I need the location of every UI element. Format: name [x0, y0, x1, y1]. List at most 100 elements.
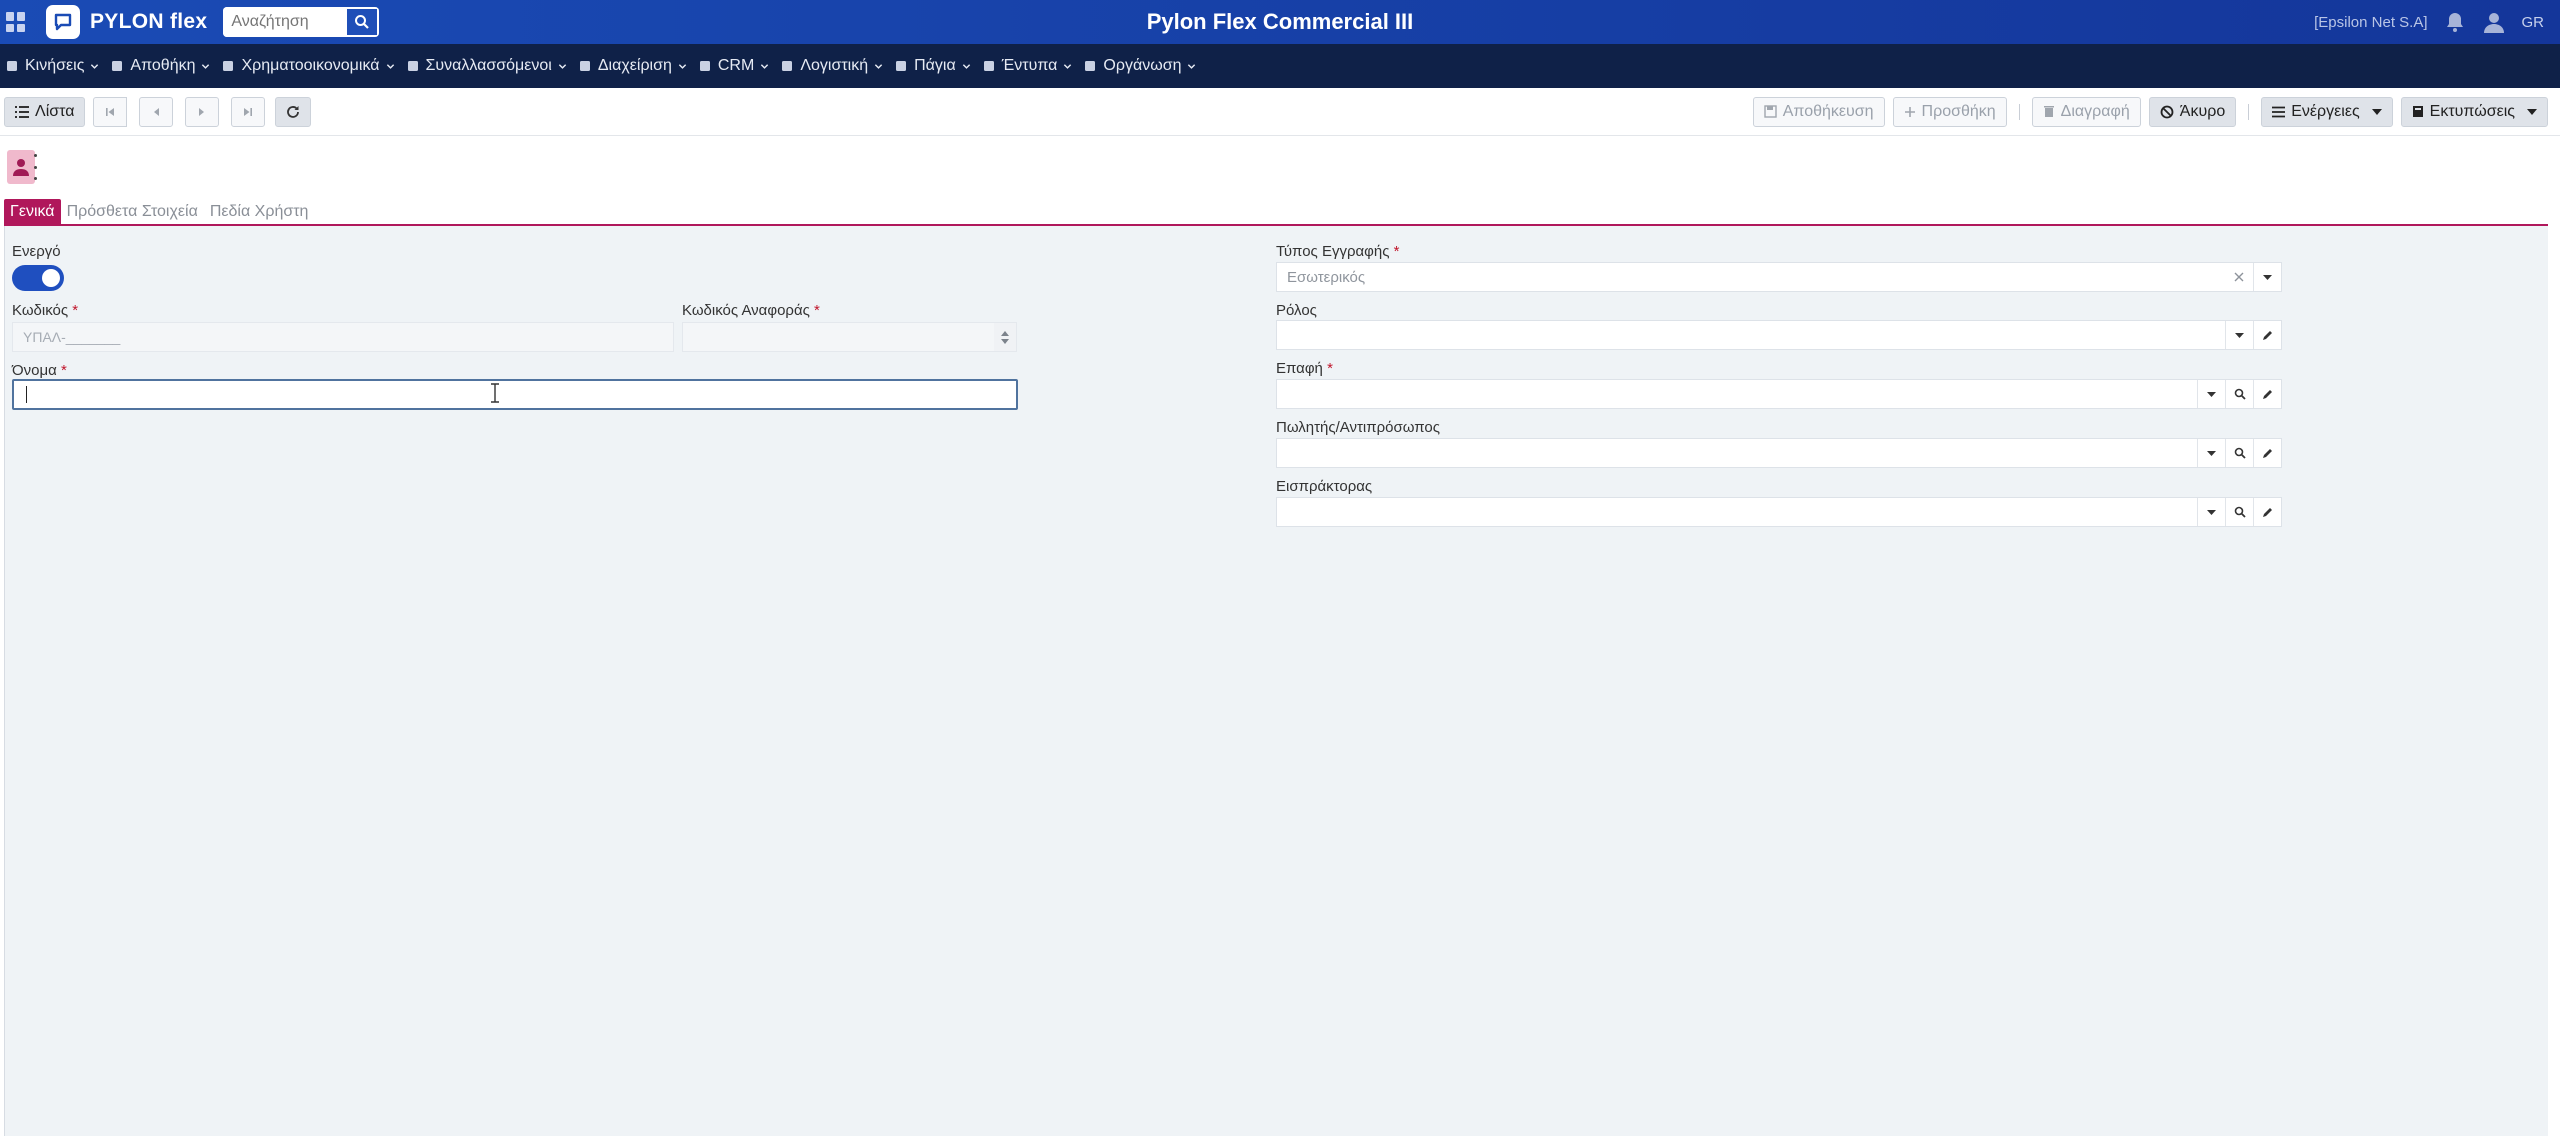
ref-code-stepper[interactable]: [682, 322, 1017, 352]
chevron-down-icon: [202, 63, 210, 69]
truck-icon: [896, 61, 907, 71]
collector-dropdown-button[interactable]: [2197, 498, 2225, 526]
menu-item-0[interactable]: Κινήσεις: [0, 44, 105, 88]
role-label: Ρόλος: [1276, 302, 1317, 319]
pencil-icon: [2262, 449, 2272, 458]
record-type-select[interactable]: Εσωτερικός: [1276, 262, 2282, 292]
global-search: [223, 7, 380, 37]
global-search-input[interactable]: [223, 7, 346, 37]
add-button[interactable]: Προσθήκη: [1892, 96, 2007, 127]
salesman-edit-button[interactable]: [2253, 439, 2281, 467]
last-icon: [244, 107, 253, 116]
collector-search-button[interactable]: [2225, 498, 2253, 526]
name-label: Όνομα *: [12, 362, 67, 379]
bell-icon[interactable]: [2444, 11, 2466, 33]
menu-item-3[interactable]: Συναλλασσόμενοι: [401, 44, 573, 88]
company-name[interactable]: [Epsilon Net S.A]: [2314, 14, 2427, 31]
money-icon: [223, 61, 234, 71]
chevron-down-icon: [874, 63, 883, 69]
required-mark: *: [72, 302, 79, 319]
salesman-select[interactable]: [1276, 438, 2282, 468]
menu-item-4[interactable]: Διαχείριση: [573, 44, 693, 88]
cancel-button[interactable]: Άκυρο: [2148, 96, 2237, 127]
required-mark: *: [1393, 243, 1400, 260]
menu-item-1[interactable]: Αποθήκη: [105, 44, 216, 88]
save-button-label: Αποθήκευση: [1782, 102, 1874, 120]
doc-icon: [7, 61, 17, 71]
warehouse-icon: [112, 61, 123, 71]
first-record-button[interactable]: [93, 96, 128, 127]
contact-dropdown-button[interactable]: [2197, 380, 2225, 408]
language-selector[interactable]: GR: [2522, 14, 2545, 31]
chevron-down-icon: [91, 63, 99, 69]
record-type-value: Εσωτερικός: [1287, 268, 1366, 286]
refresh-icon: [287, 105, 300, 118]
code-field[interactable]: ΥΠΑΛ-_______: [12, 322, 674, 352]
cancel-button-label: Άκυρο: [2179, 102, 2226, 120]
search-icon: [355, 15, 370, 29]
menu-item-6[interactable]: Λογιστική: [775, 44, 889, 88]
record-type-dropdown-button[interactable]: [2253, 263, 2281, 291]
actions-dropdown[interactable]: Ενέργειες: [2261, 96, 2393, 127]
delete-button-label: Διαγραφή: [2060, 102, 2130, 120]
top-bar: PYLON flex Pylon Flex Commercial III [Ep…: [0, 0, 2560, 44]
required-mark: *: [814, 302, 820, 319]
record-avatar[interactable]: [7, 150, 35, 184]
previous-icon: [154, 107, 160, 116]
ban-icon: [2160, 105, 2174, 118]
step-up-icon[interactable]: [1001, 330, 1009, 336]
menu-item-8[interactable]: Έντυπα: [977, 44, 1079, 88]
menu-item-9[interactable]: Οργάνωση: [1078, 44, 1202, 88]
user-icon[interactable]: [2482, 10, 2506, 34]
stepper-controls[interactable]: [994, 323, 1016, 351]
apps-grid-icon[interactable]: [6, 12, 26, 32]
role-edit-button[interactable]: [2253, 321, 2281, 349]
save-icon: [1764, 105, 1777, 118]
contact-select[interactable]: [1276, 379, 2282, 409]
contact-edit-button[interactable]: [2253, 380, 2281, 408]
logo-chat-icon: [46, 5, 80, 39]
contact-search-button[interactable]: [2225, 380, 2253, 408]
required-mark: *: [60, 362, 67, 379]
role-select[interactable]: [1276, 320, 2282, 350]
step-down-icon[interactable]: [1001, 338, 1009, 344]
list-button[interactable]: Λίστα: [4, 96, 86, 127]
active-toggle[interactable]: [12, 265, 64, 291]
toolbar-divider: [2248, 103, 2250, 120]
record-options-icon[interactable]: [34, 154, 38, 180]
chevron-down-icon: [678, 63, 687, 69]
caret-down-icon: [2207, 509, 2216, 515]
tab-additional-info[interactable]: Πρόσθετα Στοιχεία: [61, 199, 204, 225]
menu-item-5[interactable]: CRM: [693, 44, 775, 88]
active-label: Ενεργό: [12, 243, 61, 260]
delete-button[interactable]: Διαγραφή: [2031, 96, 2141, 127]
app-logo[interactable]: PYLON flex: [38, 3, 215, 41]
tab-general[interactable]: Γενικά: [4, 199, 61, 225]
refresh-button[interactable]: [275, 96, 312, 127]
salesman-dropdown-button[interactable]: [2197, 439, 2225, 467]
caret-down-icon: [2527, 108, 2537, 115]
chevron-down-icon: [761, 63, 769, 69]
last-record-button[interactable]: [231, 96, 266, 127]
salesman-search-button[interactable]: [2225, 439, 2253, 467]
salesman-label: Πωλητής/Αντιπρόσωπος: [1276, 419, 1440, 436]
name-field[interactable]: [12, 379, 1018, 410]
menu-item-label: Λογιστική: [800, 57, 869, 74]
menu-item-2[interactable]: Χρηματοοικονομικά: [216, 44, 400, 88]
prints-dropdown[interactable]: Εκτυπώσεις: [2400, 96, 2548, 127]
next-record-button[interactable]: [185, 96, 220, 127]
tab-user-fields[interactable]: Πεδία Χρήστη: [204, 199, 315, 225]
record-toolbar: Λίστα Αποθήκευση Προσθήκη Διαγραφή Άκυρο…: [0, 88, 2560, 136]
search-button[interactable]: [345, 7, 380, 37]
previous-record-button[interactable]: [139, 96, 174, 127]
collector-select[interactable]: [1276, 497, 2282, 527]
menu-item-7[interactable]: Πάγια: [889, 44, 977, 88]
add-button-label: Προσθήκη: [1921, 102, 1996, 120]
collector-edit-button[interactable]: [2253, 498, 2281, 526]
chevron-down-icon: [386, 63, 394, 69]
save-button[interactable]: Αποθήκευση: [1752, 96, 1885, 127]
menu-lines-icon: [2272, 106, 2286, 117]
ref-code-label-text: Κωδικός Αναφοράς: [682, 302, 810, 319]
role-dropdown-button[interactable]: [2225, 321, 2253, 349]
clear-record-type-button[interactable]: [2225, 263, 2253, 291]
